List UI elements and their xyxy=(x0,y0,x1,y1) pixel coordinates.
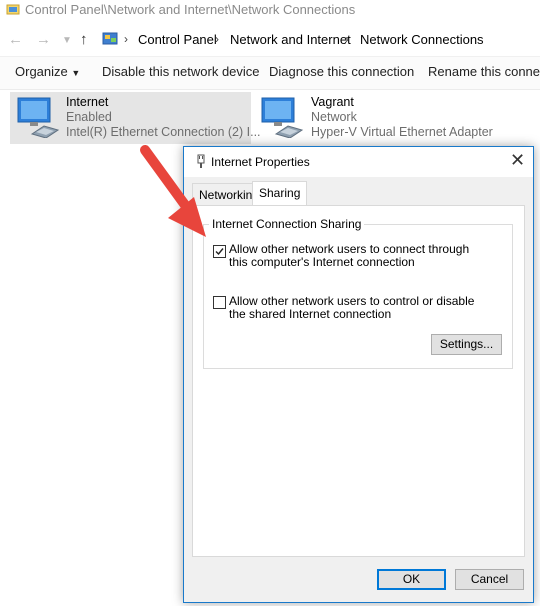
annotation-arrow xyxy=(140,145,206,237)
